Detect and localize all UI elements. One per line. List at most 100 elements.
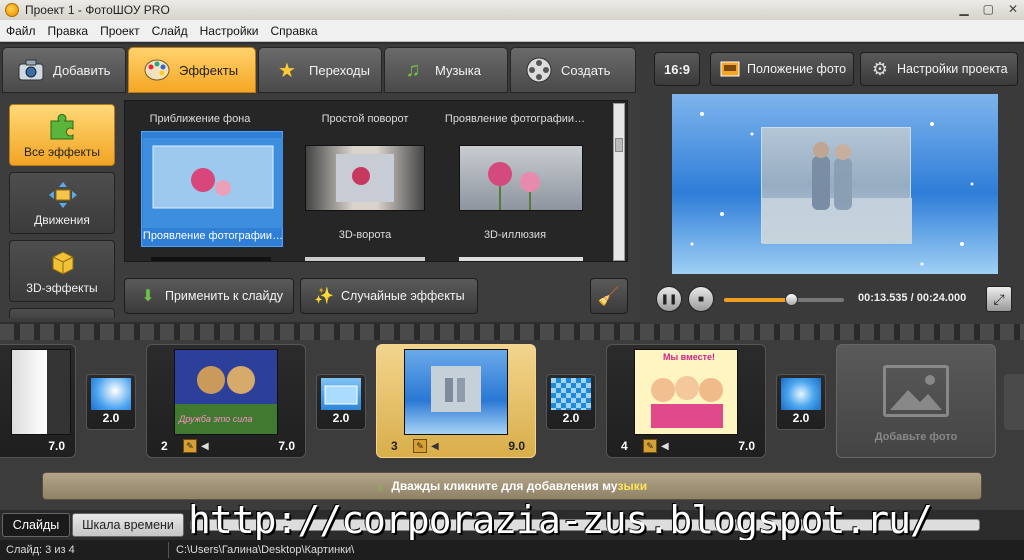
tab-effects[interactable]: Эффекты: [128, 47, 256, 93]
scrollbar-thumb[interactable]: [615, 138, 623, 152]
category-3d-effects[interactable]: 3D-эффекты: [9, 240, 115, 302]
effects-scrollbar[interactable]: [613, 103, 625, 261]
slide-caption: Дружба это сила: [179, 414, 253, 424]
minimize-icon[interactable]: ▁: [959, 2, 968, 16]
filmstrip-border: [0, 324, 1024, 340]
slide-item-4[interactable]: Мы вместе! 4 ✎ ◀ 7.0: [606, 344, 766, 458]
image-frame-icon: [719, 58, 741, 80]
fullscreen-button[interactable]: ⤢: [986, 286, 1012, 312]
stop-icon: ■: [697, 293, 705, 305]
seek-slider[interactable]: [724, 293, 844, 306]
slide-caption: Мы вместе!: [663, 352, 716, 362]
transition-item[interactable]: 2.0: [86, 374, 136, 430]
timeline-edge: [1004, 374, 1024, 430]
slide-partial[interactable]: 7.0: [0, 344, 76, 458]
status-bar: Слайд: 3 из 4 C:\Users\Галина\Desktop\Ка…: [0, 540, 1024, 560]
menu-settings[interactable]: Настройки: [194, 24, 265, 38]
random-effects-button[interactable]: ✨ Случайные эффекты: [300, 278, 478, 314]
menu-edit[interactable]: Правка: [42, 24, 95, 38]
add-photo-slot[interactable]: Добавьте фото: [836, 344, 996, 458]
effect-label: 3D-иллюзия: [483, 229, 547, 241]
close-icon[interactable]: ✕: [1008, 2, 1018, 16]
bottom-view-tabs: Слайды Шкала времени http://corporazia-z…: [0, 498, 1024, 542]
effect-categories: Все эффекты Движения 3D-эффекты: [6, 100, 118, 318]
preview-panel: 16:9 Положение фото ⚙ Настройки проекта …: [640, 44, 1024, 324]
photo-position-button[interactable]: Положение фото: [710, 52, 854, 86]
time-display: 00:13.535 / 00:24.000: [858, 292, 967, 304]
category-motions[interactable]: Движения: [9, 172, 115, 234]
slide-timeline: ‹ 7.0 2.0 Дружба это сила 2 ✎ ◀ 7.0: [0, 324, 1024, 510]
effect-title: Проявление фотографии…: [444, 113, 586, 125]
tab-transitions[interactable]: ★ Переходы: [258, 47, 382, 93]
slide-item-2[interactable]: Дружба это сила 2 ✎ ◀ 7.0: [146, 344, 306, 458]
menu-bar: Файл Правка Проект Слайд Настройки Справ…: [0, 20, 1024, 42]
transition-item[interactable]: 2.0: [316, 374, 366, 430]
project-settings-button[interactable]: ⚙ Настройки проекта: [860, 52, 1018, 86]
main-tabs: Добавить Эффекты ★ Переходы ♫ Музыка Соз…: [0, 44, 640, 94]
move-arrows-icon: [48, 181, 78, 209]
transition-item[interactable]: 2.0: [776, 374, 826, 430]
effect-label: 3D-ворота: [338, 229, 392, 241]
app-window: Проект 1 - ФотоШОУ PRO ▁ ▢ ✕ Файл Правка…: [0, 0, 1024, 560]
clear-effects-button[interactable]: 🧹: [590, 278, 628, 314]
music-track[interactable]: ♪ Дважды кликните для добавления му зыки: [42, 472, 982, 500]
window-title: Проект 1 - ФотоШОУ PRO: [25, 3, 170, 17]
puzzle-icon: [48, 113, 78, 141]
pause-icon: ❚❚: [660, 293, 678, 305]
effect-item-3d-gates[interactable]: [305, 145, 425, 211]
arrow-down-icon: ⬇: [141, 288, 155, 305]
pause-button[interactable]: ❚❚: [656, 286, 682, 312]
tab-timeline-scale[interactable]: Шкала времени: [72, 513, 184, 537]
effect-title: Простой поворот: [321, 113, 409, 125]
watermark-url: http://corporazia-zus.blogspot.ru/: [188, 498, 933, 542]
apply-to-slide-button[interactable]: ⬇ Применить к слайду: [124, 278, 294, 314]
effect-row-partial: [459, 257, 583, 261]
effect-row-partial: [151, 257, 271, 261]
menu-project[interactable]: Проект: [94, 24, 146, 38]
preview-canvas: [672, 94, 998, 274]
tab-music[interactable]: ♫ Музыка: [384, 47, 508, 93]
category-all-effects[interactable]: Все эффекты: [9, 104, 115, 166]
magic-wand-icon: ✨: [314, 288, 334, 305]
tab-add[interactable]: Добавить: [2, 47, 126, 93]
stop-button[interactable]: ■: [688, 286, 714, 312]
transition-item[interactable]: 2.0: [546, 374, 596, 430]
pencil-icon[interactable]: ✎: [643, 439, 657, 453]
menu-help[interactable]: Справка: [264, 24, 323, 38]
image-placeholder-icon: [883, 365, 949, 417]
tab-create[interactable]: Создать: [510, 47, 636, 93]
effects-panel: Все эффекты Движения 3D-эффекты Приближе…: [0, 94, 640, 322]
pencil-icon[interactable]: ✎: [413, 439, 427, 453]
speaker-icon[interactable]: ◀: [661, 439, 675, 453]
cube-icon: [48, 249, 78, 277]
aspect-ratio-button[interactable]: 16:9: [654, 52, 700, 86]
category-partial[interactable]: [9, 308, 115, 318]
status-slide-count: Слайд: 3 из 4: [6, 544, 75, 556]
effect-title: Приближение фона: [149, 113, 251, 125]
pencil-icon[interactable]: ✎: [183, 439, 197, 453]
maximize-icon[interactable]: ▢: [983, 2, 994, 16]
player-controls: ❚❚ ■ 00:13.535 / 00:24.000 ⤢: [640, 278, 1024, 322]
effect-row-partial: [305, 257, 425, 261]
star-icon: ★: [278, 59, 296, 82]
effect-item-3d-illusion[interactable]: [459, 145, 583, 211]
music-note-icon: ♫: [405, 58, 421, 81]
tab-slides[interactable]: Слайды: [2, 513, 70, 537]
fullscreen-icon: ⤢: [993, 290, 1005, 307]
effects-grid: Приближение фона Простой поворот Проявле…: [124, 100, 628, 262]
music-note-icon: ♪: [376, 478, 384, 494]
seek-handle[interactable]: [785, 293, 799, 306]
gear-icon: ⚙: [871, 58, 889, 79]
menu-slide[interactable]: Слайд: [146, 24, 194, 38]
title-bar: Проект 1 - ФотоШОУ PRO ▁ ▢ ✕: [0, 0, 1024, 20]
speaker-icon[interactable]: ◀: [431, 439, 445, 453]
app-logo-icon: [5, 3, 19, 17]
menu-file[interactable]: Файл: [0, 24, 42, 38]
status-path: C:\Users\Галина\Desktop\Картинки\: [176, 544, 355, 556]
speaker-icon[interactable]: ◀: [201, 439, 215, 453]
film-reel-icon: [525, 56, 553, 84]
slide-item-3[interactable]: 3 ✎ ◀ 9.0: [376, 344, 536, 458]
camera-icon: [17, 56, 45, 84]
effect-item-selected[interactable]: Проявление фотографии…: [141, 131, 283, 247]
palette-icon: [143, 56, 171, 84]
